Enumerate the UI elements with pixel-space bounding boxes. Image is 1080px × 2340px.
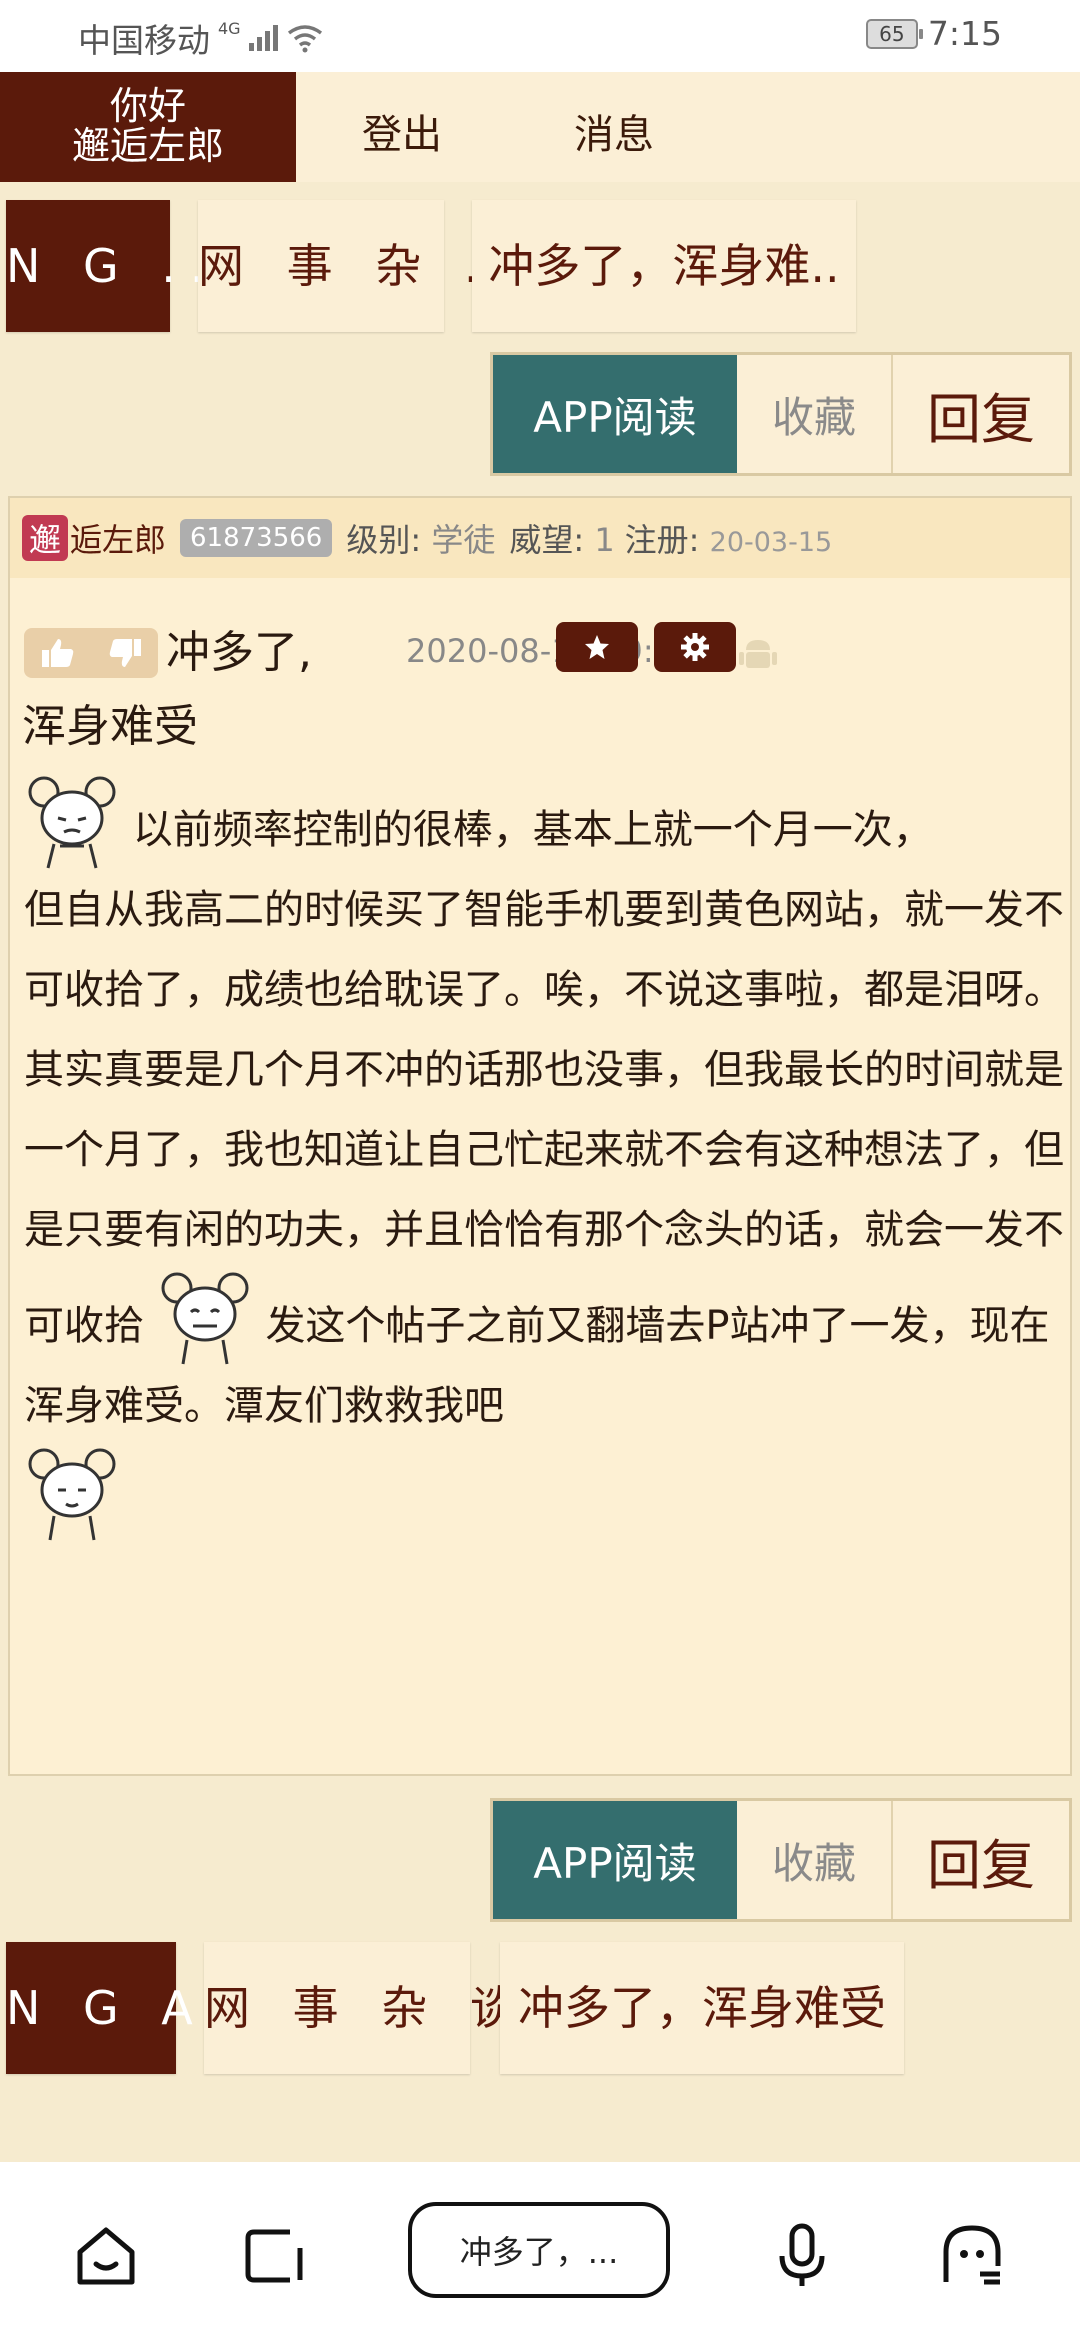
avatar[interactable]: 邂 — [22, 515, 68, 561]
user-greeting[interactable]: 你好 邂逅左郎 — [0, 72, 296, 182]
post-body-p1a: 以前频率控制的很棒，基本上就一个月一次， — [132, 807, 933, 853]
action-bar-top: APP阅读 收藏 回复 — [490, 352, 1072, 476]
breadcrumb-thread[interactable]: 冲多了，浑身难受 — [500, 1942, 904, 2074]
logout-link[interactable]: 登出 — [362, 102, 442, 160]
sticker-image — [28, 1448, 116, 1541]
tabs-icon[interactable] — [238, 2220, 310, 2292]
settings-button[interactable] — [654, 622, 736, 672]
messages-link[interactable]: 消息 — [574, 102, 654, 160]
author-name[interactable]: 逅左郎 — [70, 515, 166, 561]
network-type: 4G — [218, 18, 241, 38]
microphone-icon[interactable] — [766, 2220, 838, 2292]
carrier-label: 中国移动 — [78, 21, 210, 60]
prestige-value: 1 — [594, 521, 615, 559]
level-label: 级别: — [346, 521, 422, 559]
breadcrumb-forum-root[interactable]: N G .. — [6, 200, 205, 332]
reply-button[interactable]: 回复 — [893, 1801, 1069, 1919]
star-icon — [585, 635, 609, 659]
top-nav: 你好 邂逅左郎 登出 消息 — [0, 72, 1080, 182]
favorite-button[interactable]: 收藏 — [737, 355, 893, 473]
breadcrumb-board[interactable]: 网 事 杂 .. — [198, 200, 507, 332]
breadcrumb-thread[interactable]: 冲多了，浑身难.. — [472, 200, 856, 332]
breadcrumb-board[interactable]: 网 事 杂 谈 — [204, 1942, 516, 2074]
android-icon — [739, 640, 777, 668]
level-value: 学徒 — [431, 521, 496, 559]
post-date: 2020-08-17 19:05 — [406, 632, 695, 670]
author-prestige: 威望: 1 — [509, 515, 614, 561]
app-read-button[interactable]: APP阅读 — [493, 355, 737, 473]
prestige-label: 威望: — [509, 521, 585, 559]
clock: 7:15 — [927, 14, 1002, 53]
status-bar: 中国移动 4G 65 7:15 — [0, 0, 1080, 72]
post-title-line1: 冲多了, — [166, 627, 312, 678]
post-body-p1b: 但自从我高二的时候买了智能手机要到黄色网站，就一发不可收拾了，成绩也给耽误了。唉… — [24, 887, 1064, 1013]
post-author-header: 邂 逅左郎 61873566 级别: 学徒 威望: 1 注册: 20-03-15 — [10, 498, 1070, 578]
post-title: 冲多了, 浑身难受 — [22, 616, 312, 764]
breadcrumb-forum-root[interactable]: N G A — [6, 1942, 193, 2074]
home-icon[interactable] — [70, 2220, 142, 2292]
breadcrumb-bottom: N G A 网 事 杂 谈 冲多了，浑身难受 — [0, 1942, 1080, 2078]
sticker-image — [161, 1272, 249, 1365]
author-level: 级别: 学徒 — [346, 515, 495, 561]
favorite-button[interactable]: 收藏 — [737, 1801, 893, 1919]
battery-icon: 65 — [865, 18, 923, 49]
address-bar[interactable]: 冲多了，... — [408, 2202, 670, 2298]
register-date: 20-03-15 — [709, 527, 833, 558]
action-bar-bottom: APP阅读 收藏 回复 — [490, 1798, 1072, 1922]
author-uid-badge: 61873566 — [180, 519, 333, 557]
wifi-icon — [287, 25, 322, 53]
register-label: 注册: — [624, 521, 700, 559]
assistant-icon[interactable] — [936, 2220, 1008, 2292]
post-title-line2: 浑身难受 — [22, 701, 198, 752]
post-body: 以前频率控制的很棒，基本上就一个月一次， 但自从我高二的时候买了智能手机要到黄色… — [24, 774, 1064, 1542]
post-card: 邂 逅左郎 61873566 级别: 学徒 威望: 1 注册: 20-03-15… — [8, 496, 1072, 1776]
reply-button[interactable]: 回复 — [893, 355, 1069, 473]
gear-icon — [681, 633, 709, 661]
app-read-button[interactable]: APP阅读 — [493, 1801, 737, 1919]
greeting-hello: 你好 — [109, 84, 186, 128]
browser-toolbar: 冲多了，... — [0, 2162, 1080, 2340]
sticker-image — [28, 776, 116, 869]
breadcrumb-top: N G .. 网 事 杂 .. 冲多了，浑身难.. — [0, 200, 1080, 336]
greeting-username: 邂逅左郎 — [71, 124, 224, 168]
signal-icon — [248, 25, 278, 51]
star-button[interactable] — [556, 622, 638, 672]
author-register: 注册: 20-03-15 — [625, 515, 833, 561]
